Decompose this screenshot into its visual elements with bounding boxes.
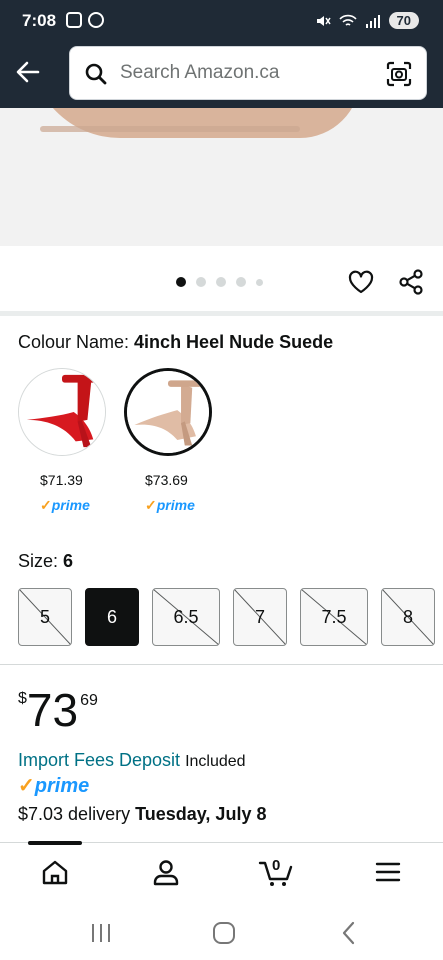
status-right: 70 (315, 12, 419, 29)
import-fees-status: Included (185, 753, 246, 770)
prime-check-icon: ✓ (18, 775, 35, 797)
carousel-dot[interactable] (216, 277, 226, 287)
size-option-label: 8 (402, 606, 413, 627)
carousel-dot[interactable] (256, 278, 263, 286)
size-option-7[interactable]: 7 (233, 588, 287, 646)
import-fees-link[interactable]: Import Fees Deposit (18, 750, 180, 770)
carousel-dot[interactable] (196, 277, 206, 287)
size-option-label: 6.5 (173, 606, 199, 627)
whatsapp-icon (88, 12, 104, 28)
share-icon[interactable] (397, 268, 425, 296)
search-icon (85, 63, 107, 85)
back-button-icon[interactable] (336, 920, 362, 946)
swatch-price-red: $71.39 (40, 472, 83, 488)
size-option-label: 5 (39, 606, 50, 627)
size-option-label: 7.5 (321, 606, 347, 627)
colour-swatch-red[interactable] (18, 368, 106, 456)
account-icon[interactable] (151, 857, 181, 887)
menu-icon[interactable] (373, 857, 403, 887)
price-currency: $ (18, 690, 27, 707)
search-input[interactable] (120, 47, 380, 99)
battery-indicator: 70 (388, 12, 419, 29)
system-nav-bar (0, 904, 443, 960)
prime-badge-nude: ✓prime (145, 497, 195, 514)
camera-scan-icon[interactable] (386, 61, 412, 87)
shoe-image-part (30, 108, 360, 138)
prime-check-icon: ✓ (40, 497, 52, 513)
status-bar: 7:08 70 (0, 0, 443, 44)
product-image[interactable] (0, 108, 443, 246)
price-whole: 73 (26, 684, 79, 736)
size-label: Size: 6 (18, 551, 73, 572)
home-button-icon[interactable] (211, 920, 237, 946)
mute-icon (316, 15, 331, 26)
import-fees: Import Fees Deposit Included (18, 750, 246, 771)
size-option-8[interactable]: 8 (381, 588, 435, 646)
nude-shoe-thumbnail (127, 371, 209, 453)
prime-text: prime (156, 497, 195, 513)
red-shoe-thumbnail (19, 369, 105, 455)
size-option-7-5[interactable]: 7.5 (300, 588, 368, 646)
screenshot-icon (66, 12, 82, 28)
carousel-dots (176, 277, 263, 287)
nav-active-indicator (28, 841, 82, 845)
section-divider (0, 311, 443, 316)
size-option-6-5[interactable]: 6.5 (152, 588, 220, 646)
status-time: 7:08 (22, 11, 57, 30)
prime-text: prime (34, 775, 90, 797)
delivery-cost: $7.03 delivery (18, 804, 136, 824)
wifi-icon (338, 14, 357, 26)
recent-apps-icon[interactable] (88, 920, 114, 946)
shoe-sole (40, 126, 300, 132)
swatch-price-nude: $73.69 (145, 472, 188, 488)
signal-icon (365, 14, 380, 28)
price-fraction: 69 (80, 692, 98, 709)
product-price: $ 73 69 (18, 686, 98, 734)
delivery-info: $7.03 delivery Tuesday, July 8 (18, 804, 266, 825)
back-arrow-icon[interactable] (12, 56, 44, 88)
home-icon[interactable] (40, 857, 70, 887)
colour-name-label: Colour Name: 4inch Heel Nude Suede (18, 332, 333, 353)
prime-text: prime (51, 497, 90, 513)
heart-icon[interactable] (347, 268, 375, 296)
search-header (0, 44, 443, 108)
colour-label-text: Colour Name: (18, 332, 135, 352)
colour-swatch-nude[interactable] (124, 368, 212, 456)
prime-badge: ✓prime (18, 773, 89, 798)
carousel-dot[interactable] (236, 277, 246, 287)
search-box[interactable] (69, 46, 427, 100)
cart-count: 0 (272, 857, 281, 874)
size-option-5[interactable]: 5 (18, 588, 72, 646)
size-value: 6 (63, 551, 74, 571)
size-option-label: 6 (106, 606, 117, 627)
image-carousel-controls (0, 246, 443, 312)
size-label-text: Size: (18, 551, 64, 571)
section-divider (0, 664, 443, 665)
delivery-date: Tuesday, July 8 (135, 804, 267, 824)
size-option-label: 7 (254, 606, 265, 627)
prime-badge-red: ✓prime (40, 497, 90, 514)
status-notification-icons (66, 12, 104, 28)
carousel-dot[interactable] (176, 277, 186, 287)
prime-check-icon: ✓ (145, 497, 157, 513)
colour-value: 4inch Heel Nude Suede (134, 332, 334, 352)
bottom-nav: 0 (0, 841, 443, 904)
size-option-6[interactable]: 6 (85, 588, 139, 646)
